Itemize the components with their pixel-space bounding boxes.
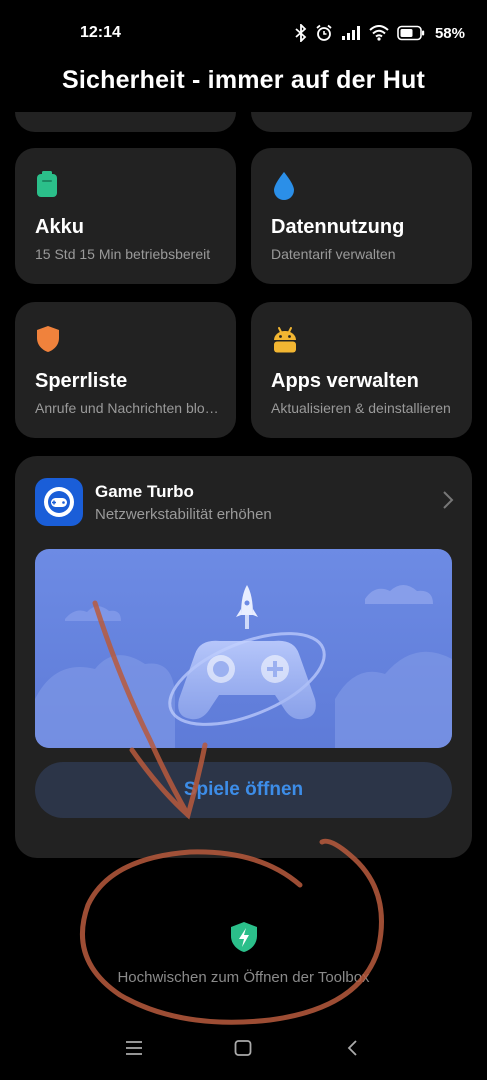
wifi-icon (369, 25, 389, 41)
battery-icon (37, 171, 57, 197)
page-title: Sicherheit - immer auf der Hut (61, 66, 426, 94)
tile-subtitle: Anrufe und Nachrichten blockieren (35, 400, 222, 416)
chevron-right-icon[interactable] (442, 490, 454, 510)
android-icon (274, 327, 296, 353)
tile-title: Akku (35, 216, 84, 238)
navigation-bar (0, 1032, 487, 1072)
tile-partial-left[interactable] (15, 112, 236, 132)
tile-sperrliste[interactable]: Sperrliste Anrufe und Nachrichten blocki… (15, 302, 236, 438)
signal-icon (341, 26, 360, 40)
battery-percent: 58% (434, 24, 465, 42)
status-time: 12:14 (80, 24, 121, 41)
gamepad-icon (44, 487, 74, 517)
tile-title: Datennutzung (271, 216, 405, 238)
tile-datennutzung[interactable]: Datennutzung Datentarif verwalten (251, 148, 472, 284)
game-turbo-logo (35, 478, 83, 526)
open-games-button[interactable]: Spiele öffnen (35, 762, 452, 818)
tile-title: Sperrliste (35, 370, 128, 392)
home-icon[interactable] (234, 1040, 252, 1056)
battery-icon (397, 25, 425, 41)
tile-subtitle: Aktualisieren & deinstallieren (271, 400, 451, 416)
status-bar: 12:14 58% (0, 0, 487, 66)
toolbox-hint-text: Hochwischen zum Öffnen der Toolbox (117, 969, 370, 986)
droplet-icon (274, 172, 294, 200)
game-turbo-banner (35, 549, 452, 748)
tile-partial-right[interactable] (251, 112, 472, 132)
tile-subtitle: 15 Std 15 Min betriebsbereit (35, 246, 211, 262)
gamepad-rocket-illustration (35, 549, 452, 748)
menu-icon[interactable] (125, 1040, 143, 1056)
shield-bolt-icon (230, 922, 257, 952)
game-turbo-subtitle: Netzwerkstabilität erhöhen (95, 506, 272, 523)
status-icons: 58% (295, 22, 465, 44)
bluetooth-icon (295, 24, 307, 42)
game-turbo-title: Game Turbo (95, 482, 194, 501)
back-icon[interactable] (346, 1040, 358, 1056)
tile-akku[interactable]: Akku 15 Std 15 Min betriebsbereit (15, 148, 236, 284)
tile-apps-verwalten[interactable]: Apps verwalten Aktualisieren & deinstall… (251, 302, 472, 438)
alarm-icon (316, 24, 332, 41)
tile-title: Apps verwalten (271, 370, 419, 392)
shield-icon (37, 326, 59, 352)
game-turbo-card[interactable]: Game Turbo Netzwerkstabilität erhöhen Sp… (15, 456, 472, 858)
tile-subtitle: Datentarif verwalten (271, 246, 396, 262)
toolbox-hint-area[interactable]: Hochwischen zum Öffnen der Toolbox (0, 920, 487, 986)
